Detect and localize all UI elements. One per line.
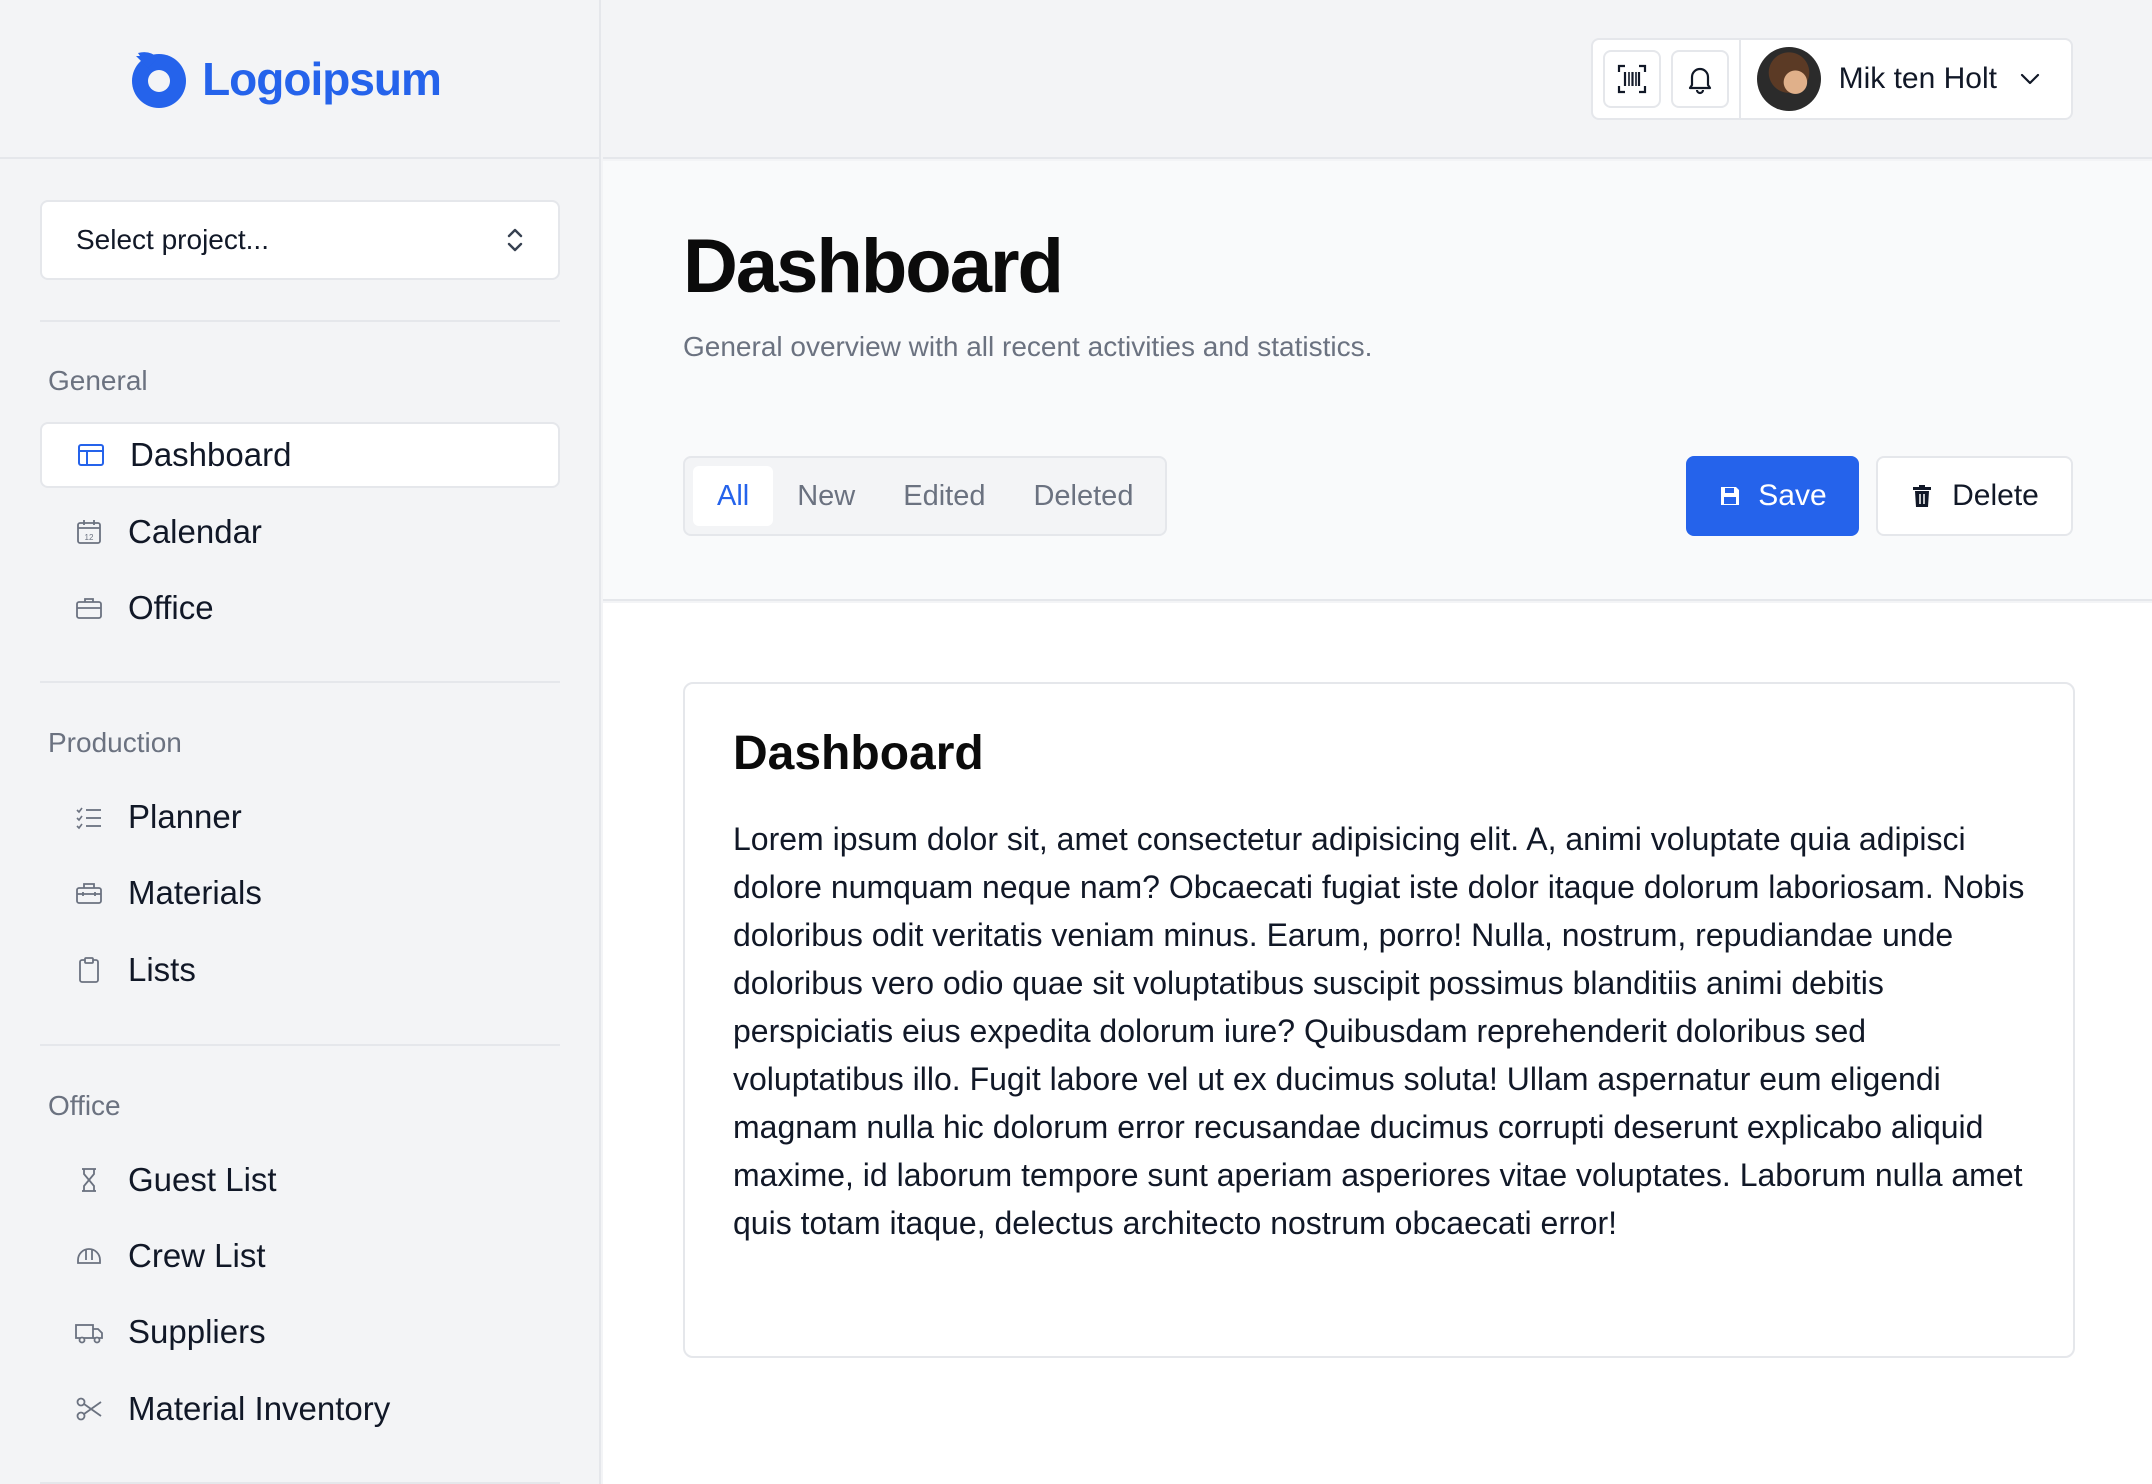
- delete-button[interactable]: Delete: [1876, 456, 2073, 536]
- user-name: Mik ten Holt: [1838, 62, 1997, 95]
- logo-text: Logoipsum: [202, 52, 442, 105]
- card-title: Dashboard: [733, 727, 984, 780]
- save-button[interactable]: Save: [1686, 456, 1859, 536]
- trash-icon: [1913, 485, 1932, 507]
- list-checks-icon: [74, 802, 104, 832]
- card-body: Lorem ipsum dolor sit, amet consectetur …: [733, 821, 2025, 1241]
- sidebar-item-calendar[interactable]: 12 Calendar: [40, 499, 560, 565]
- sidebar-item-label: Crew List: [128, 1237, 266, 1274]
- scan-button[interactable]: [1602, 50, 1661, 108]
- sidebar-item-lists[interactable]: Lists: [40, 937, 560, 1003]
- notifications-button[interactable]: [1670, 50, 1729, 108]
- logo[interactable]: Logoipsum: [128, 48, 442, 110]
- sidebar-item-label: Calendar: [128, 513, 262, 550]
- clipboard-icon: [74, 955, 104, 985]
- toolbox-icon: [74, 878, 104, 908]
- sidebar-item-dashboard[interactable]: Dashboard: [40, 422, 560, 488]
- topbar-actions: Mik ten Holt: [1590, 38, 2073, 120]
- briefcase-icon: [74, 593, 104, 623]
- section-title-general: General: [48, 365, 148, 396]
- section-title-production: Production: [48, 727, 182, 758]
- truck-icon: [74, 1317, 104, 1347]
- calendar-icon: 12: [74, 517, 104, 547]
- sidebar: Logoipsum Select project... General Dash…: [0, 0, 601, 1484]
- layout-icon: [76, 440, 106, 470]
- logo-mark-icon: [132, 51, 187, 108]
- sidebar-divider: [40, 1044, 560, 1046]
- tab-all[interactable]: All: [693, 466, 774, 526]
- sidebar-item-label: Material Inventory: [128, 1390, 391, 1427]
- chevron-down-icon: [2020, 73, 2040, 85]
- sidebar-item-label: Lists: [128, 951, 196, 988]
- sidebar-item-label: Suppliers: [128, 1313, 266, 1350]
- section-title-office: Office: [48, 1090, 121, 1121]
- tab-new[interactable]: New: [773, 466, 879, 526]
- sidebar-item-office[interactable]: Office: [40, 575, 560, 641]
- sidebar-divider: [40, 681, 560, 683]
- save-button-label: Save: [1758, 479, 1827, 512]
- logo-bar: Logoipsum: [0, 0, 599, 159]
- sidebar-divider: [40, 320, 560, 322]
- dashboard-card: Dashboard Lorem ipsum dolor sit, amet co…: [683, 682, 2075, 1358]
- sidebar-item-material-inventory[interactable]: Material Inventory: [40, 1376, 560, 1442]
- sidebar-item-label: Office: [128, 589, 214, 626]
- main-content: Dashboard Lorem ipsum dolor sit, amet co…: [603, 603, 2152, 1484]
- avatar: [1756, 47, 1821, 111]
- sidebar-item-label: Planner: [128, 798, 242, 835]
- sidebar-item-label: Materials: [128, 874, 262, 911]
- user-menu[interactable]: Mik ten Holt: [1738, 40, 2071, 118]
- project-select-label: Select project...: [76, 224, 269, 255]
- page-header: Dashboard General overview with all rece…: [603, 161, 2152, 601]
- floppy-disk-icon: [1721, 487, 1740, 505]
- sidebar-item-label: Dashboard: [130, 436, 292, 473]
- bell-icon: [1688, 67, 1711, 95]
- svg-text:12: 12: [85, 533, 94, 542]
- barcode-scan-icon: [1617, 64, 1646, 94]
- project-select[interactable]: Select project...: [40, 200, 560, 280]
- chevrons-up-down-icon: [507, 228, 523, 252]
- sidebar-item-planner[interactable]: Planner: [40, 784, 560, 850]
- sidebar-item-suppliers[interactable]: Suppliers: [40, 1299, 560, 1365]
- sidebar-item-guest-list[interactable]: Guest List: [40, 1147, 560, 1213]
- delete-button-label: Delete: [1952, 479, 2039, 512]
- scissors-icon: [74, 1394, 104, 1424]
- hard-hat-icon: [74, 1241, 104, 1271]
- page-title: Dashboard: [683, 224, 1064, 309]
- hourglass-icon: [74, 1165, 104, 1195]
- sidebar-item-crew-list[interactable]: Crew List: [40, 1223, 560, 1289]
- tab-edited[interactable]: Edited: [879, 466, 1009, 526]
- topbar: Mik ten Holt: [603, 0, 2152, 159]
- tab-deleted[interactable]: Deleted: [1009, 466, 1157, 526]
- sidebar-item-label: Guest List: [128, 1161, 277, 1198]
- sidebar-item-materials[interactable]: Materials: [40, 860, 560, 926]
- filter-tabs: All New Edited Deleted: [683, 456, 1168, 536]
- page-subtitle: General overview with all recent activit…: [683, 331, 1373, 362]
